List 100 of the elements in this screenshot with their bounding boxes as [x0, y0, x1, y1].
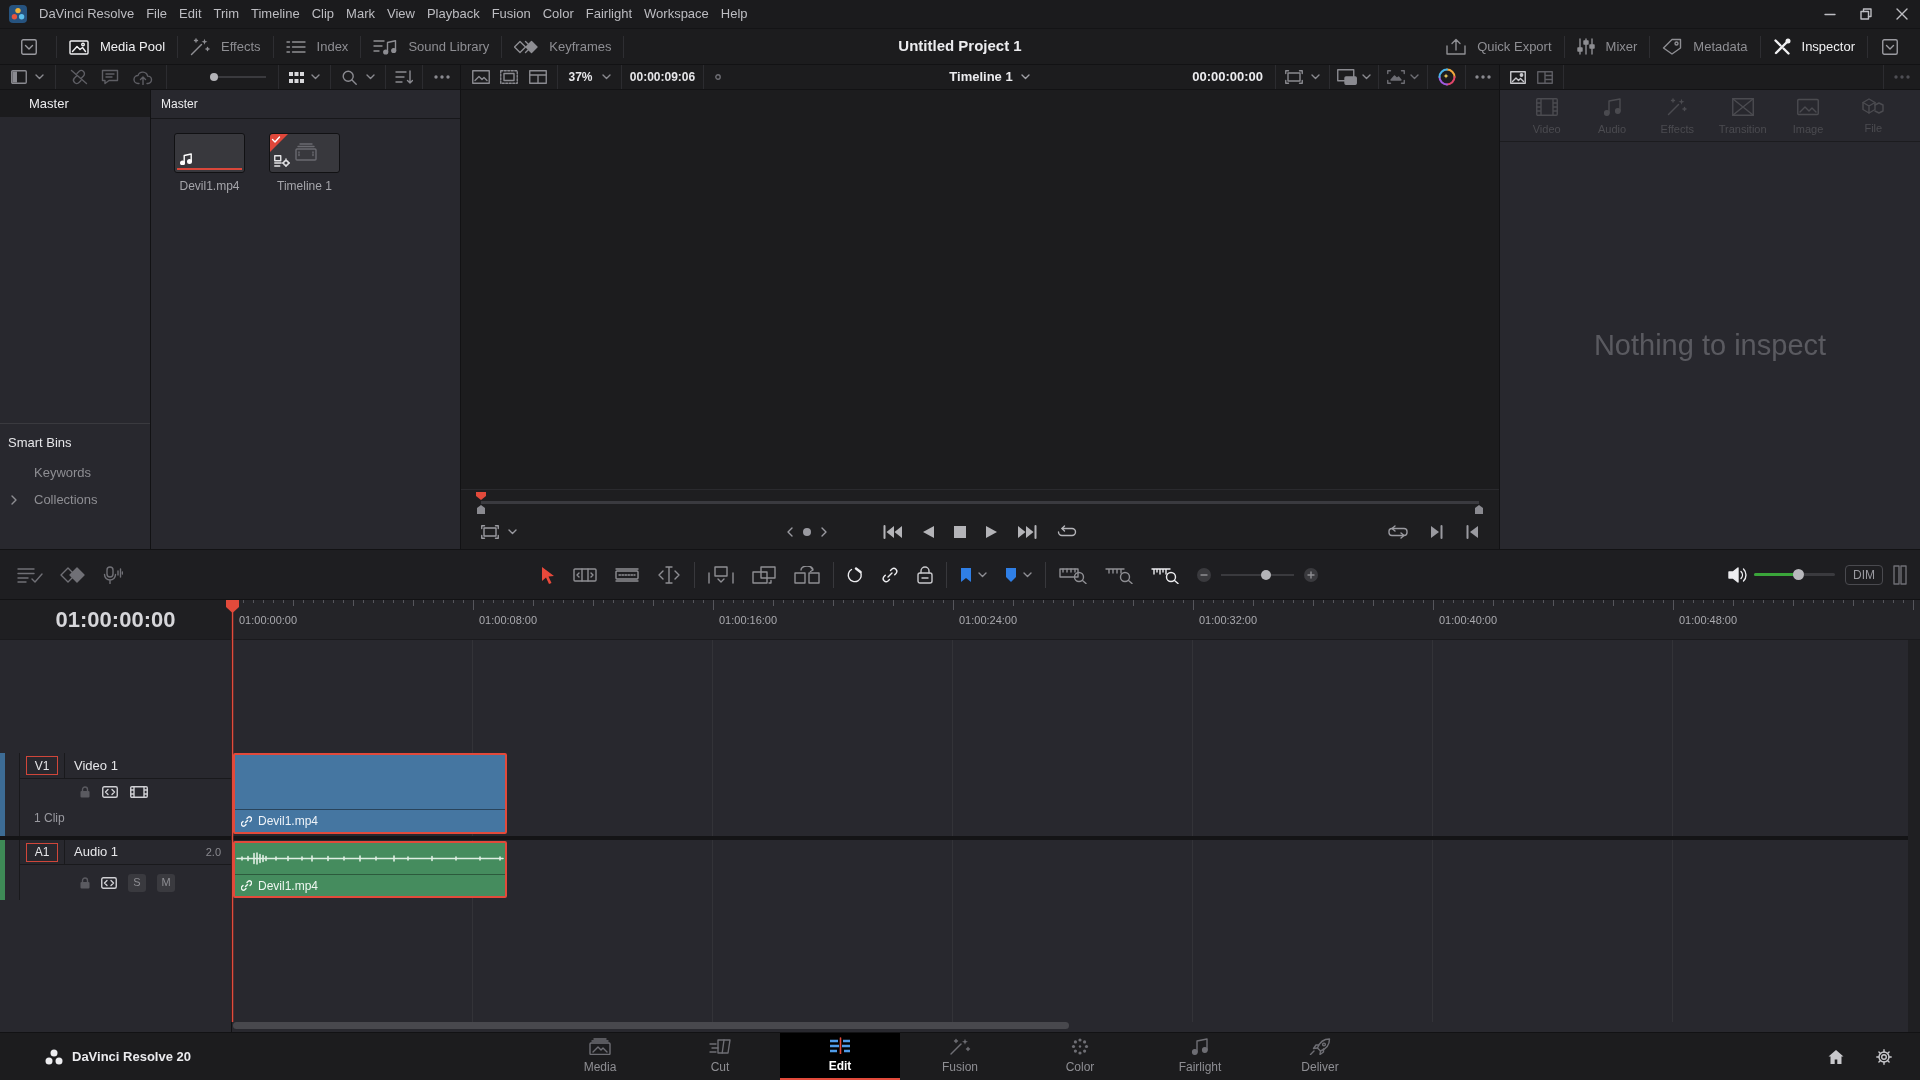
track-toggle-button[interactable]: M — [157, 873, 175, 892]
page-tab[interactable]: Edit — [780, 1033, 900, 1080]
menu-item[interactable]: File — [146, 4, 168, 24]
boxes-arc-icon[interactable] — [794, 565, 820, 584]
chevron-down-icon[interactable] — [1362, 74, 1371, 80]
menu-item[interactable]: Mark — [346, 4, 375, 24]
page-tab[interactable]: Media — [540, 1033, 660, 1080]
dot-icon[interactable] — [803, 528, 811, 536]
playhead[interactable] — [226, 600, 239, 1022]
chevron-down-icon[interactable] — [311, 74, 320, 80]
track-toggle-button[interactable]: S — [128, 873, 146, 892]
sidebar-icon[interactable] — [11, 70, 27, 84]
chevron-down-icon[interactable] — [35, 74, 44, 80]
speech-bubble-icon[interactable] — [101, 69, 119, 85]
loop-icon[interactable] — [1057, 525, 1077, 539]
chevron-right-icon[interactable] — [821, 527, 827, 537]
marker-icon[interactable] — [1005, 566, 1017, 583]
toolbar-button[interactable]: Metadata — [1650, 29, 1760, 64]
list-check-icon[interactable] — [17, 566, 43, 583]
playhead-marker[interactable] — [476, 492, 486, 500]
pointer-icon[interactable] — [541, 565, 555, 584]
image-icon[interactable] — [471, 70, 490, 84]
restore-icon[interactable] — [1860, 8, 1872, 20]
chevron-down-icon[interactable] — [978, 571, 987, 578]
minus-icon[interactable] — [1197, 567, 1211, 582]
settings-icon[interactable] — [1876, 1048, 1892, 1065]
track-target-button[interactable]: A1 — [26, 842, 58, 862]
plus-icon[interactable] — [1304, 567, 1318, 582]
cloud-upload-icon[interactable] — [132, 69, 153, 85]
chevron-square-icon[interactable] — [21, 38, 37, 55]
layout-icon[interactable] — [528, 70, 547, 84]
chevron-right-icon[interactable] — [11, 494, 17, 505]
skip-forward-icon[interactable] — [1017, 525, 1037, 539]
out-point-handle-icon[interactable] — [1475, 505, 1483, 514]
slider-thumb[interactable] — [1793, 569, 1805, 580]
timeline-dropdown[interactable]: Timeline 1 — [949, 67, 1030, 87]
menu-item[interactable]: View — [386, 4, 415, 24]
frame-corners-icon[interactable] — [1285, 70, 1303, 84]
zoom-dropdown[interactable]: 37% — [568, 68, 611, 86]
previous-frame-icon[interactable] — [1466, 525, 1478, 539]
toolbar-button[interactable]: Mixer — [1564, 29, 1650, 64]
scrollbar-thumb[interactable] — [233, 1022, 1069, 1029]
speaker-icon[interactable] — [1728, 566, 1748, 583]
chevron-down-icon[interactable] — [365, 74, 375, 80]
skip-back-icon[interactable] — [883, 525, 903, 539]
monitor-badge-icon[interactable] — [1337, 69, 1357, 85]
link-icon[interactable] — [881, 565, 899, 584]
menu-item[interactable]: Help — [720, 4, 748, 24]
menu-item[interactable]: DaVinci Resolve — [39, 4, 135, 24]
slider-track[interactable] — [210, 72, 266, 82]
next-frame-icon[interactable] — [1431, 525, 1443, 539]
slider-thumb[interactable] — [1261, 569, 1272, 580]
menu-item[interactable]: Color — [542, 4, 574, 24]
color-ring-icon[interactable] — [1437, 68, 1456, 86]
diamonds-icon[interactable] — [60, 566, 86, 583]
toolbar-button[interactable]: Sound Library — [361, 29, 502, 64]
toolbar-button[interactable]: Media Pool — [57, 29, 178, 64]
angle-brackets-icon[interactable] — [102, 786, 118, 798]
video-clip[interactable]: Devil1.mp4 — [233, 753, 507, 834]
app-icon[interactable] — [9, 5, 27, 23]
toolbar-button[interactable]: Effects — [178, 29, 273, 64]
dashed-frame-icon[interactable] — [500, 70, 518, 84]
frame-corners-icon[interactable] — [481, 525, 499, 539]
menu-item[interactable]: Workspace — [644, 4, 709, 24]
menu-item[interactable]: Fusion — [491, 4, 531, 24]
chevron-left-icon[interactable] — [787, 527, 793, 537]
film-strip-icon[interactable] — [130, 786, 148, 798]
dashed-strip-icon[interactable] — [615, 567, 639, 582]
menu-item[interactable]: Clip — [311, 4, 335, 24]
hook-icon[interactable] — [847, 566, 863, 583]
clip-thumbnail[interactable] — [174, 133, 245, 173]
image-icon[interactable] — [1510, 70, 1527, 84]
page-tab[interactable]: Fusion — [900, 1033, 1020, 1080]
grid-view-icon[interactable] — [289, 71, 304, 83]
loop-arrows-icon[interactable] — [1388, 525, 1408, 539]
image-corners-icon[interactable] — [1387, 70, 1405, 84]
lock-icon[interactable] — [917, 565, 933, 584]
toolbar-button[interactable]: Keyframes — [502, 29, 624, 64]
toolbar-button[interactable]: Inspector — [1760, 29, 1867, 64]
chevron-down-icon[interactable] — [1311, 74, 1320, 80]
bin-item[interactable]: Master — [0, 90, 150, 117]
bin-item[interactable]: Collections — [0, 486, 150, 513]
unlink-icon[interactable] — [69, 69, 88, 85]
page-tab[interactable]: Deliver — [1260, 1033, 1380, 1080]
toolbar-button[interactable]: Index — [273, 29, 361, 64]
menu-item[interactable]: Trim — [213, 4, 239, 24]
dim-button[interactable]: DIM — [1845, 564, 1883, 585]
chevron-square-icon[interactable] — [1882, 38, 1898, 55]
menu-item[interactable]: Fairlight — [585, 4, 633, 24]
slider-thumb[interactable] — [210, 73, 219, 81]
ruler-magnifier-icon[interactable] — [1151, 565, 1179, 584]
page-tab[interactable]: Cut — [660, 1033, 780, 1080]
chevron-down-icon[interactable] — [1410, 74, 1419, 80]
menu-item[interactable]: Playback — [426, 4, 480, 24]
box-down-arrow-icon[interactable] — [708, 565, 734, 584]
angle-brackets-icon[interactable] — [101, 876, 117, 889]
play-reverse-icon[interactable] — [923, 526, 934, 538]
bracket-box-icon[interactable] — [573, 565, 597, 584]
search-icon[interactable] — [341, 69, 357, 85]
bin-item[interactable]: Keywords — [0, 459, 150, 486]
